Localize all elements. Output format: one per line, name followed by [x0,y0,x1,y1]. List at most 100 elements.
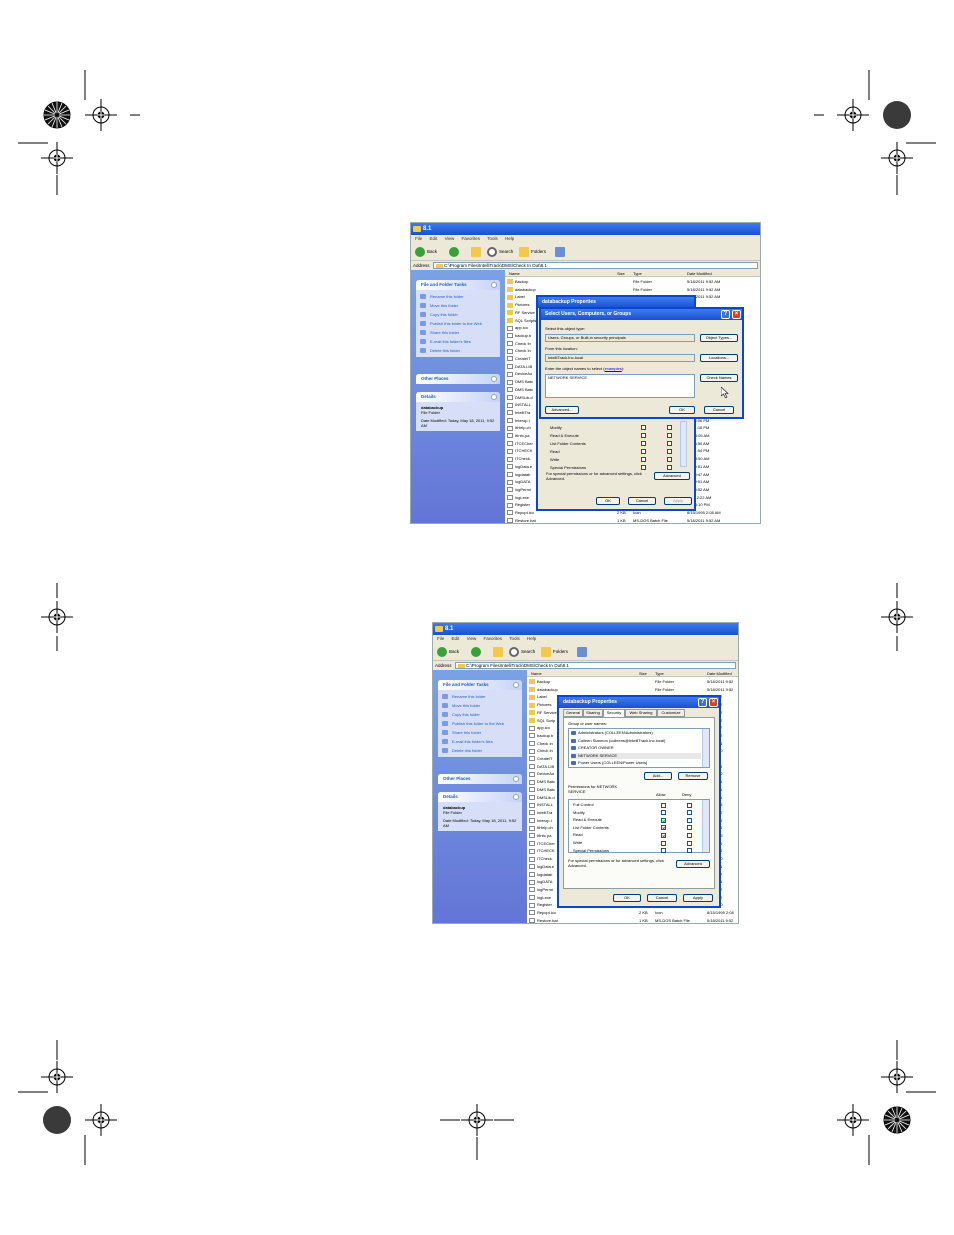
back-button[interactable]: Back [437,646,459,658]
file-row[interactable]: DMS Batc [529,778,555,785]
task-item[interactable]: E-mail this folder's files [420,337,496,346]
file-row[interactable]: DMS Batc [529,786,555,793]
user-item[interactable]: Power Users (COLLEEN\Power Users) [571,760,701,766]
col-date[interactable]: Date Modified [707,670,732,677]
allow-checkbox[interactable] [661,840,666,846]
panel-header[interactable]: Details [416,392,500,402]
tab-customize[interactable]: Customize [657,709,685,717]
allow-checkbox[interactable] [641,425,646,430]
advanced-button[interactable]: Advanced [654,472,690,480]
panel-header[interactable]: Other Places [416,374,500,384]
apply-button[interactable]: Apply [664,497,692,505]
col-size[interactable]: Size [639,670,647,677]
menu-favorites[interactable]: Favorites [462,236,481,241]
col-name[interactable]: Name [531,670,542,677]
menu-help[interactable]: Help [505,236,514,241]
forward-button[interactable] [471,646,481,658]
file-row[interactable]: DMS Batc [507,386,533,393]
user-item[interactable]: Administrators (COLLEEN\Administrators) [571,730,701,736]
file-row[interactable]: logDATA [507,478,530,485]
task-item[interactable]: Move this folder [442,701,518,710]
col-type[interactable]: Type [633,270,642,277]
locations-button[interactable]: Locations... [700,354,738,362]
collapse-icon[interactable] [513,794,519,800]
views-button[interactable] [577,646,589,658]
task-item[interactable]: Share this folder [442,728,518,737]
address-field[interactable]: C:\Program Files\IntelliTrack\DMS\Check … [455,662,736,669]
expand-icon[interactable] [491,376,497,382]
deny-checkbox[interactable] [687,802,692,808]
menu-tools[interactable]: Tools [509,636,520,641]
file-row[interactable]: DeviceAo [507,370,532,377]
file-row[interactable]: ItInfo.pa [507,432,529,439]
deny-checkbox[interactable] [667,449,672,454]
search-button[interactable]: Search [509,646,535,658]
collapse-icon[interactable] [491,394,497,400]
file-row[interactable]: ITCheck. [507,455,531,462]
file-row[interactable]: Backup [529,678,550,685]
folders-button[interactable]: Folders [519,246,546,258]
help-icon[interactable]: ? [721,310,730,319]
expand-icon[interactable] [513,776,519,782]
cancel-button[interactable]: Cancel [647,894,677,902]
cancel-button[interactable]: Cancel [704,406,734,414]
user-item[interactable]: CREATOR OWNER [571,745,701,751]
task-item[interactable]: Copy this folder [420,310,496,319]
file-row[interactable]: databackup [529,686,558,693]
tab-sharing[interactable]: Sharing [583,709,603,717]
task-item[interactable]: Rename this folder [442,692,518,701]
file-row[interactable]: app.ico [529,724,550,731]
file-row[interactable]: backup.b [529,732,553,739]
menu-help[interactable]: Help [527,636,536,641]
file-row[interactable]: ItHelp.ch [529,824,553,831]
file-row[interactable]: Interop.I [507,417,530,424]
file-row[interactable]: INSTALL [507,401,531,408]
close-icon[interactable]: × [732,310,741,319]
file-row[interactable]: logdatab [529,871,552,878]
advanced-button[interactable]: Advanced [676,860,710,868]
file-row[interactable]: ItHelp.ch [507,424,531,431]
back-button[interactable]: Back [415,246,437,258]
menu-edit[interactable]: Edit [452,636,460,641]
address-field[interactable]: C:\Program Files\IntelliTrack\DMS\Check … [433,262,758,269]
allow-checkbox[interactable] [641,449,646,454]
tab-general[interactable]: General [563,709,583,717]
file-row[interactable]: DATA.LIB [529,763,554,770]
file-row[interactable]: Register [529,901,552,908]
file-row[interactable]: logdatab [507,471,530,478]
file-row[interactable]: CreateIT [529,755,553,762]
file-row[interactable]: DMSLib.d [507,394,533,401]
panel-header[interactable]: Other Places [438,774,522,784]
check-names-button[interactable]: Check Names [700,374,738,382]
user-list-scrollbar[interactable] [702,729,709,767]
file-row[interactable]: SQL Scripts [507,317,536,324]
deny-checkbox[interactable] [687,840,692,846]
menu-edit[interactable]: Edit [430,236,438,241]
file-row[interactable]: logPermi [507,486,531,493]
menu-tools[interactable]: Tools [487,236,498,241]
allow-checkbox[interactable] [661,832,666,838]
file-row[interactable]: logPermi [529,886,553,893]
file-row[interactable]: INSTALL [529,801,553,808]
panel-header[interactable]: File and Folder Tasks [416,280,500,290]
file-row[interactable]: RF Service [529,709,557,716]
file-row[interactable]: Pictures [507,301,529,308]
col-size[interactable]: Size [617,270,625,277]
file-row[interactable]: ITCHECK [507,447,533,454]
file-row[interactable]: CreateIT [507,355,531,362]
file-row[interactable]: DeviceAo [529,770,554,777]
deny-checkbox[interactable] [667,457,672,462]
advanced-button[interactable]: Advanced... [545,406,579,414]
user-item[interactable]: Colleen Starmon (colleens@IntelliTrack.I… [571,738,701,744]
deny-checkbox[interactable] [687,817,692,823]
deny-checkbox[interactable] [687,810,692,816]
apply-button[interactable]: Apply [683,894,713,902]
deny-checkbox[interactable] [667,425,672,430]
file-row[interactable]: Restore.bat [507,517,536,523]
task-item[interactable]: Copy this folder [442,710,518,719]
file-row[interactable]: ITCHECK [529,847,555,854]
file-row[interactable]: Check In [529,740,553,747]
file-row[interactable]: DATA.LIB [507,363,532,370]
file-row[interactable]: Check In [529,747,553,754]
up-folder-button[interactable] [471,246,481,258]
